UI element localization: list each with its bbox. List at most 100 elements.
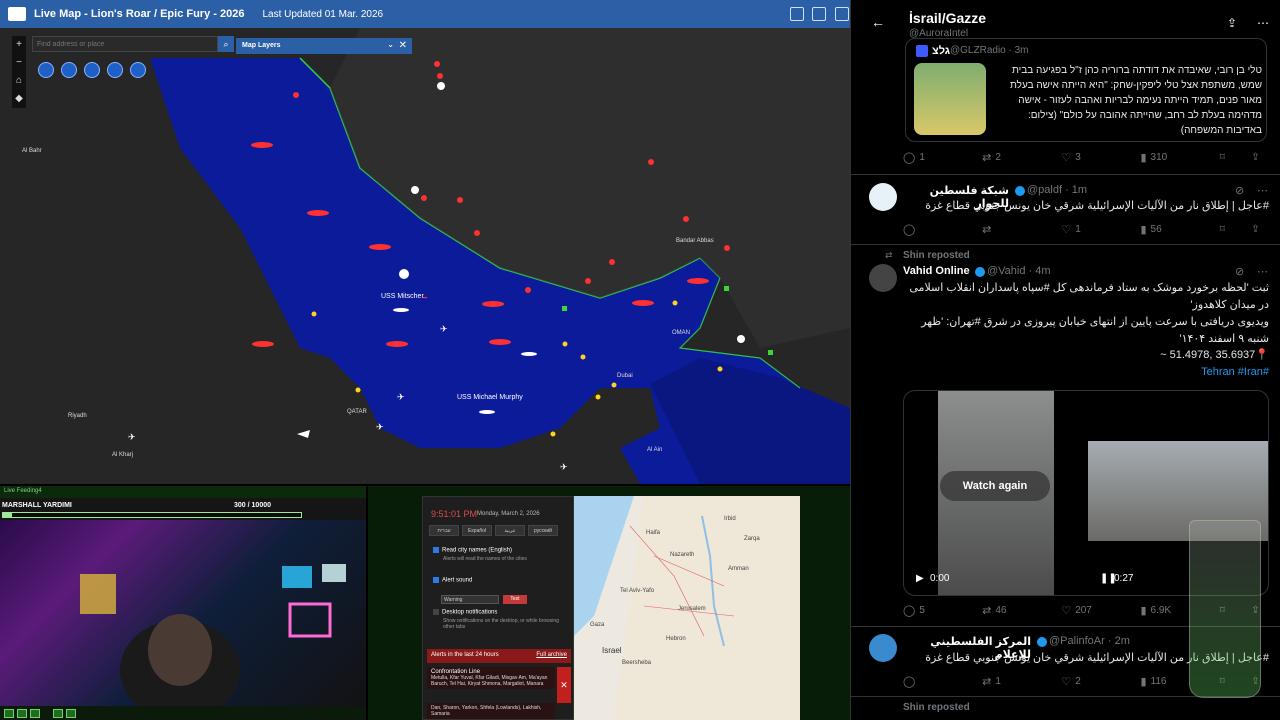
retweet-button[interactable]: ⇄ xyxy=(982,222,1061,236)
skip-back-icon[interactable] xyxy=(53,708,63,718)
close-icon[interactable]: ✕ xyxy=(557,667,571,703)
reply-button[interactable]: ◯ 1 xyxy=(903,150,982,164)
avatar[interactable] xyxy=(869,634,897,662)
ship-label: USS Michael Murphy xyxy=(457,394,523,401)
save-tool-icon[interactable] xyxy=(130,62,146,78)
retweet-icon: ⇄ xyxy=(982,151,992,164)
bookmark-icon[interactable]: ⌑ xyxy=(1220,150,1252,164)
quote-text: טלי בן רובי, שאיבדה את דודתה ברוריה כהן … xyxy=(1009,65,1262,136)
views-icon: ▮ xyxy=(1140,604,1147,617)
like-count: 1 xyxy=(1075,223,1081,235)
language-tab[interactable]: Español xyxy=(462,525,492,536)
avatar[interactable] xyxy=(869,183,897,211)
grok-icon[interactable]: ⊘ xyxy=(1235,265,1244,278)
reply-button[interactable]: ◯ xyxy=(903,674,982,688)
map-header: Live Map - Lion's Roar / Epic Fury - 202… xyxy=(0,0,850,28)
list-title: İsrail/Gazze xyxy=(909,10,987,26)
like-button[interactable]: ♡ 3 xyxy=(1061,150,1140,164)
map-canvas[interactable]: ✈✈✈✈✈ ━ xyxy=(0,28,850,484)
layers-icon[interactable] xyxy=(812,7,826,21)
alerts-title: Alerts in the last 24 hours xyxy=(431,652,499,658)
measure-tool-icon[interactable] xyxy=(38,62,54,78)
watch-again-button[interactable]: Watch again xyxy=(940,471,1050,501)
desktop-checkbox[interactable]: Desktop notifications xyxy=(433,609,497,616)
alert-body: Dan, Sharon, Yarkon, Shfela (Lowlands), … xyxy=(431,705,542,717)
reply-count: 1 xyxy=(919,151,925,163)
like-count: 207 xyxy=(1075,604,1092,616)
play-icon[interactable]: ▶ xyxy=(916,573,924,584)
test-button[interactable]: Test xyxy=(503,595,527,604)
draw-tool-icon[interactable] xyxy=(61,62,77,78)
alert-date: Monday, March 2, 2026 xyxy=(477,511,540,517)
live-map-panel: ✈ ✈ ✈ ✈ ✈ ━ Live Map - Lion's Roar / Epic Fu… xyxy=(0,0,850,484)
svg-text:✈: ✈ xyxy=(128,433,136,443)
home-icon[interactable]: ⌂ xyxy=(12,72,26,90)
svg-text:✈: ✈ xyxy=(376,423,384,433)
tweet-author[interactable]: Vahid Online xyxy=(903,265,970,277)
views-button[interactable]: ▮ 310 xyxy=(1140,150,1219,164)
avatar[interactable] xyxy=(869,264,897,292)
language-tab[interactable]: עברית xyxy=(429,525,459,536)
quoted-tweet[interactable]: גלצ @GLZRadio · 3m טלי בן רובי, שאיבדה א… xyxy=(905,38,1267,142)
like-button[interactable]: ♡ 1 xyxy=(1061,222,1140,236)
reply-button[interactable]: ◯ xyxy=(903,222,982,236)
like-button[interactable]: ♡ 207 xyxy=(1061,603,1140,617)
chevron-down-icon[interactable]: ⌄ xyxy=(387,40,394,49)
checkbox-icon[interactable] xyxy=(433,577,439,583)
map-layers-bar[interactable]: Map Layers ⌄ ✕ xyxy=(236,38,412,54)
tweet-text: ثبت 'لحظه برخورد موشک به ستاد فرماندهی ک… xyxy=(909,282,1269,311)
tweet-hashtags[interactable]: #Tehran #Iran xyxy=(903,364,1269,381)
webcam-video[interactable] xyxy=(0,520,366,720)
zoom-in-button[interactable]: + xyxy=(12,36,26,54)
svg-text:✈: ✈ xyxy=(560,463,568,473)
reposted-label: Shin reposted xyxy=(903,702,970,713)
warning-select[interactable]: Warning xyxy=(441,595,499,604)
search-icon[interactable]: ⌕ xyxy=(218,36,234,52)
language-tab[interactable]: عربية xyxy=(495,525,525,536)
print-tool-icon[interactable] xyxy=(84,62,100,78)
like-button[interactable]: ♡ 2 xyxy=(1061,674,1140,688)
share-icon[interactable]: ⇪ xyxy=(1227,16,1237,30)
language-tab[interactable]: русский xyxy=(528,525,558,536)
pause-icon[interactable] xyxy=(17,708,27,718)
map-search-input[interactable] xyxy=(32,36,218,52)
read-city-checkbox[interactable]: Read city names (English) xyxy=(433,547,512,554)
reply-button[interactable]: ◯ 5 xyxy=(903,603,982,617)
skip-forward-icon[interactable] xyxy=(66,708,76,718)
more-icon[interactable]: ⋯ xyxy=(1257,265,1268,278)
views-button[interactable]: ▮ 56 xyxy=(1140,222,1219,236)
tweet-handle: @Vahid · 4m xyxy=(987,265,1051,277)
list-icon[interactable] xyxy=(790,7,804,21)
desktop-label: Desktop notifications xyxy=(442,609,498,616)
checkbox-icon[interactable] xyxy=(433,547,439,553)
bookmark-icon[interactable]: ⌑ xyxy=(1220,222,1252,236)
read-city-label: Read city names (English) xyxy=(442,547,513,554)
retweet-icon: ⇄ xyxy=(982,604,992,617)
full-archive-link[interactable]: Full archive xyxy=(536,652,567,658)
compass-icon[interactable]: ◆ xyxy=(12,90,26,108)
play-icon[interactable] xyxy=(4,708,14,718)
like-count: 3 xyxy=(1075,151,1081,163)
share-icon[interactable]: ⇪ xyxy=(1251,150,1275,164)
stop-icon[interactable] xyxy=(30,708,40,718)
language-tabs: עברית Español عربية русский xyxy=(429,525,558,536)
twitter-panel: ← İsrail/Gazze @AuroraIntel ⇪ ⋯ גלצ @GLZ… xyxy=(850,0,1280,720)
grid-icon[interactable] xyxy=(835,7,849,21)
share-icon[interactable]: ⇪ xyxy=(1251,222,1275,236)
desktop-sub: Show notifications on the desktop, or wh… xyxy=(443,618,559,630)
checkbox-icon[interactable] xyxy=(433,609,439,615)
retweet-button[interactable]: ⇄ 2 xyxy=(982,150,1061,164)
alert-sound-checkbox[interactable]: Alert sound xyxy=(433,577,472,584)
retweet-count: 1 xyxy=(995,675,1001,687)
retweet-button[interactable]: ⇄ 46 xyxy=(982,603,1061,617)
zoom-out-button[interactable]: − xyxy=(12,54,26,72)
grok-icon[interactable]: ⊘ xyxy=(1235,184,1244,197)
retweet-button[interactable]: ⇄ 1 xyxy=(982,674,1061,688)
back-arrow-icon[interactable]: ← xyxy=(871,14,885,30)
close-icon[interactable]: ✕ xyxy=(399,40,407,51)
israel-map[interactable]: Haifa Nazareth Tel Aviv-Yafo Amman Jerus… xyxy=(574,496,800,720)
locate-tool-icon[interactable] xyxy=(107,62,123,78)
more-icon[interactable]: ⋯ xyxy=(1257,184,1268,197)
map-title: Live Map - Lion's Roar / Epic Fury - 202… xyxy=(34,8,245,20)
more-icon[interactable]: ⋯ xyxy=(1257,16,1269,30)
